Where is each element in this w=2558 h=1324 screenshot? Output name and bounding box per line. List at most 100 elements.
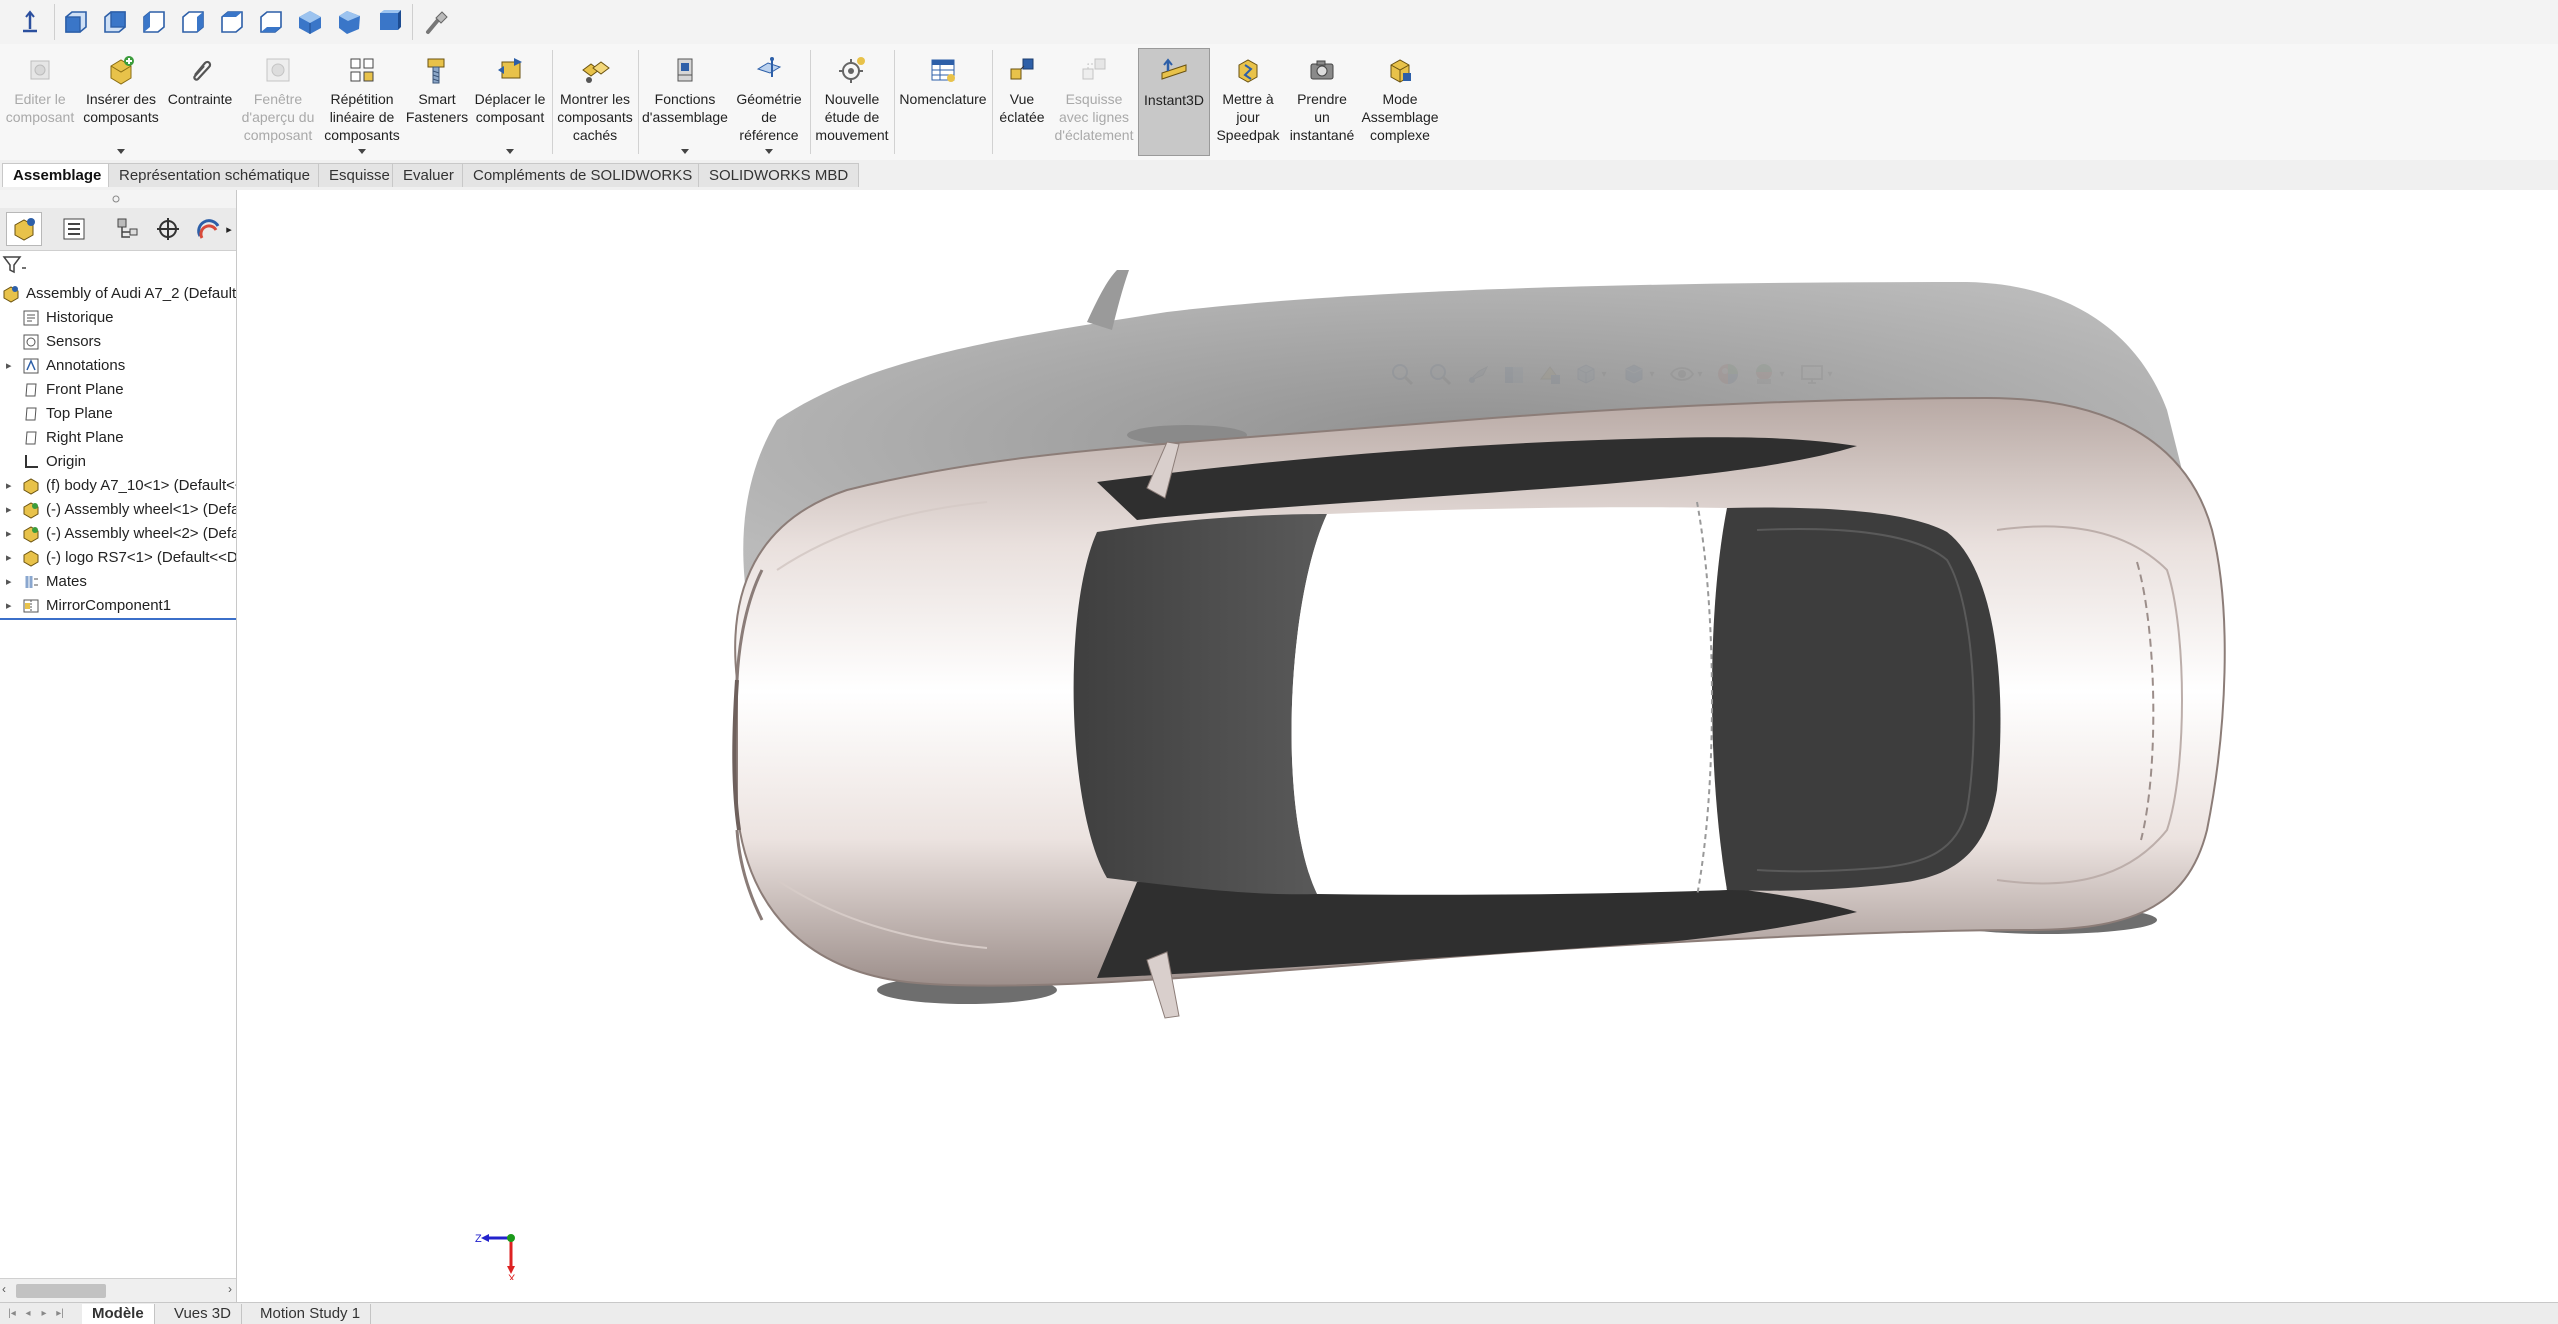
last-tab-icon[interactable]: ▸| xyxy=(54,1306,66,1322)
plane-icon xyxy=(22,405,40,423)
tree-item[interactable]: ▸ (f) body A7_10<1> (Default<<Default>_Di… xyxy=(0,474,236,498)
large-assembly-icon xyxy=(1382,52,1418,88)
view-back-icon[interactable] xyxy=(99,6,131,38)
panel-collapse-bar[interactable] xyxy=(0,190,236,208)
tree-item[interactable]: Front Plane xyxy=(0,378,236,402)
tab-modele[interactable]: Modèle xyxy=(82,1304,155,1324)
car-model-graphic[interactable] xyxy=(667,270,2287,1130)
expand-arrow-icon[interactable]: ▸ xyxy=(6,522,12,546)
take-snapshot-label: Prendre un instantané xyxy=(1289,91,1355,143)
scroll-right-icon[interactable]: › xyxy=(228,1282,232,1296)
tree-item-label: Right Plane xyxy=(46,429,124,446)
display-manager-tab-icon[interactable] xyxy=(196,212,222,246)
flashlight-icon[interactable] xyxy=(420,6,452,38)
explode-line-sketch-button[interactable]: Esquisse avec lignes d'éclatement xyxy=(1050,48,1138,156)
chevron-down-icon[interactable] xyxy=(681,149,689,154)
tab-solidworks-mbd[interactable]: SOLIDWORKS MBD xyxy=(698,163,860,187)
linear-pattern-icon xyxy=(344,52,380,88)
next-tab-icon[interactable]: ▸ xyxy=(38,1306,50,1322)
tree-item[interactable]: ▸ Mates xyxy=(0,570,236,594)
tree-item[interactable]: Top Plane xyxy=(0,402,236,426)
feature-tree-tab-icon[interactable] xyxy=(6,212,42,246)
scrollbar-thumb[interactable] xyxy=(16,1284,106,1298)
tree-item[interactable]: Assembly of Audi A7_2 (Default<Display S… xyxy=(0,282,236,306)
previous-tab-icon[interactable]: ◂ xyxy=(22,1306,34,1322)
expand-arrow-icon[interactable]: ▸ xyxy=(6,546,12,570)
view-left-icon[interactable] xyxy=(138,6,170,38)
bill-of-materials-button[interactable]: Nomenclature xyxy=(896,48,990,156)
new-motion-study-button[interactable]: Nouvelle étude de mouvement xyxy=(812,48,892,156)
plane-icon xyxy=(22,429,40,447)
view-right-icon[interactable] xyxy=(177,6,209,38)
tree-item[interactable]: ▸ (-) logo RS7<1> (Default<<Default>_Disp… xyxy=(0,546,236,570)
tab-schematic-representation[interactable]: Représentation schématique xyxy=(108,163,321,187)
chevron-down-icon[interactable] xyxy=(506,149,514,154)
show-hidden-components-button[interactable]: Montrer les composants cachés xyxy=(554,48,636,156)
tab-vues-3d[interactable]: Vues 3D xyxy=(164,1304,242,1324)
expand-arrow-icon[interactable]: ▸ xyxy=(6,498,12,522)
tree-item[interactable]: Historique xyxy=(0,306,236,330)
chevron-down-icon[interactable] xyxy=(765,149,773,154)
horizontal-scrollbar[interactable]: ‹ › xyxy=(0,1278,236,1303)
tree-item[interactable]: ▸ (-) Assembly wheel<2> (Default<Display … xyxy=(0,522,236,546)
property-manager-tab-icon[interactable] xyxy=(56,212,92,246)
edit-component-button[interactable]: Editer le composant xyxy=(2,48,78,156)
view-bottom-icon[interactable] xyxy=(255,6,287,38)
update-speedpak-button[interactable]: Mettre à jour Speedpak xyxy=(1210,48,1286,156)
reference-geometry-button[interactable]: Géométrie de référence xyxy=(730,48,808,156)
smart-fasteners-label: Smart Fasteners xyxy=(405,91,469,125)
tree-item-label: (f) body A7_10<1> (Default<<Default>_Dis… xyxy=(46,477,236,494)
first-tab-icon[interactable]: |◂ xyxy=(6,1306,18,1322)
show-hidden-label: Montrer les composants cachés xyxy=(557,91,633,143)
chevron-down-icon[interactable] xyxy=(117,149,125,154)
assembly-features-button[interactable]: Fonctions d'assemblage xyxy=(640,48,730,156)
tab-esquisse[interactable]: Esquisse xyxy=(318,163,401,187)
tree-item-label: Historique xyxy=(46,309,114,326)
rollback-bar[interactable] xyxy=(0,618,236,620)
tree-item[interactable]: ▸ Annotations xyxy=(0,354,236,378)
fastener-icon xyxy=(419,52,455,88)
isometric-icon[interactable] xyxy=(294,6,326,38)
reference-geometry-label: Géométrie de référence xyxy=(736,91,802,143)
origin-icon xyxy=(22,453,40,471)
filter-icon[interactable] xyxy=(2,254,32,276)
exploded-view-icon xyxy=(1004,52,1040,88)
tree-item[interactable]: Origin xyxy=(0,450,236,474)
tree-item[interactable]: ▸ (-) Assembly wheel<1> (Default<Display … xyxy=(0,498,236,522)
dimxpert-tab-icon[interactable] xyxy=(150,212,186,246)
instant3d-button[interactable]: Instant3D xyxy=(1138,48,1210,156)
expand-arrow-icon[interactable]: ▸ xyxy=(6,594,12,618)
move-component-button[interactable]: Déplacer le composant xyxy=(470,48,550,156)
trimetric-icon[interactable] xyxy=(333,6,365,38)
expand-arrow-icon[interactable]: ▸ xyxy=(6,474,12,498)
insert-components-button[interactable]: Insérer des composants xyxy=(78,48,164,156)
large-assembly-mode-button[interactable]: Mode Assemblage complexe xyxy=(1358,48,1442,156)
chevron-down-icon[interactable] xyxy=(358,149,366,154)
motion-study-icon xyxy=(834,52,870,88)
view-front-icon[interactable] xyxy=(60,6,92,38)
dimetric-icon[interactable] xyxy=(372,6,404,38)
expand-arrow-icon[interactable]: ▸ xyxy=(6,354,12,378)
tree-item[interactable]: Sensors xyxy=(0,330,236,354)
tab-motion-study-1[interactable]: Motion Study 1 xyxy=(250,1304,372,1324)
exploded-view-button[interactable]: Vue éclatée xyxy=(994,48,1050,156)
chevron-right-icon[interactable]: ▸ xyxy=(222,212,236,246)
expand-arrow-icon[interactable]: ▸ xyxy=(6,570,12,594)
linear-pattern-button[interactable]: Répétition linéaire de composants xyxy=(320,48,404,156)
view-toolbar xyxy=(0,0,2558,45)
take-snapshot-button[interactable]: Prendre un instantané xyxy=(1286,48,1358,156)
tree-item[interactable]: Right Plane xyxy=(0,426,236,450)
tree-item-label: Top Plane xyxy=(46,405,113,422)
component-preview-button[interactable]: Fenêtre d'aperçu du composant xyxy=(236,48,320,156)
tab-solidworks-addins[interactable]: Compléments de SOLIDWORKS xyxy=(462,163,704,187)
graphics-area[interactable]: ▾ ▾ ▾ ▾ ▾ xyxy=(237,190,2558,1302)
tab-assemblage[interactable]: Assemblage xyxy=(2,163,113,187)
mate-button[interactable]: Contrainte xyxy=(164,48,236,156)
configuration-manager-tab-icon[interactable] xyxy=(110,212,146,246)
tree-item[interactable]: ▸ MirrorComponent1 xyxy=(0,594,236,618)
pin-icon[interactable] xyxy=(14,6,46,38)
tab-evaluer[interactable]: Evaluer xyxy=(392,163,465,187)
scroll-left-icon[interactable]: ‹ xyxy=(2,1282,6,1296)
smart-fasteners-button[interactable]: Smart Fasteners xyxy=(404,48,470,156)
view-top-icon[interactable] xyxy=(216,6,248,38)
